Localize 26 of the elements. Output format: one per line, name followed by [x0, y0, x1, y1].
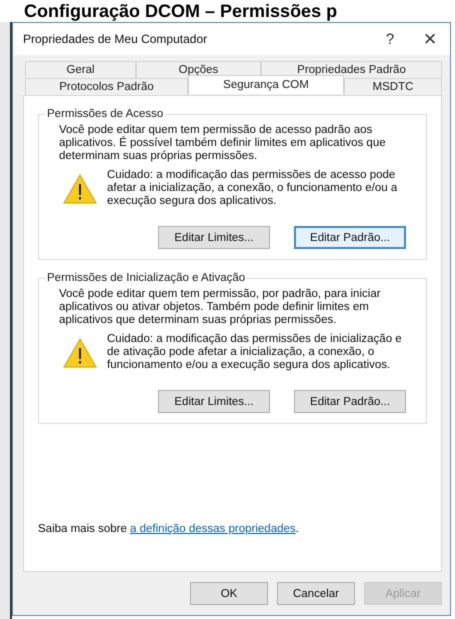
tab[interactable]: Opções [136, 61, 261, 78]
tab[interactable]: Segurança COM [188, 75, 344, 94]
group-title: Permissões de Acesso [46, 108, 164, 120]
description-text: Você pode editar quem tem permissão, por padrão, para iniciar aplicativos ou ativar objetos. Também pode definir limites em aplicativos que determinam suas próprias permissões. [59, 288, 382, 327]
warning-icon [63, 174, 97, 204]
edit-button[interactable]: Editar Padrão... [294, 226, 406, 249]
tab[interactable]: Propriedades Padrão [261, 61, 442, 78]
edit-button[interactable]: Editar Padrão... [294, 390, 406, 413]
window-title: Propriedades de Meu Computador [23, 32, 208, 46]
description-text: Você pode editar quem tem permissão de acesso padrão aos aplicativos. É possível também definir limites em aplicativos que determinam suas próprias permissões. [59, 124, 387, 163]
warning-text: Cuidado: a modificação das permissões de inicialização e de ativação pode afetar a inicialização, a conexão, o funcionamento e/ou a execução segura dos aplicativos. [107, 333, 403, 372]
edit-button[interactable]: Editar Limites... [158, 226, 270, 249]
tab[interactable]: MSDTC [344, 78, 442, 95]
edit-button[interactable]: Editar Limites... [158, 390, 270, 413]
dialog-button[interactable]: OK [190, 582, 268, 605]
warning-text: Cuidado: a modificação das permissões de acesso pode afetar a inicialização, a conexão, o funcionamento e/ou a execução segura dos aplicativos. [107, 169, 398, 208]
tab[interactable]: Protocolos Padrão [25, 78, 188, 95]
group-title: Permissões de Inicialização e Ativação [46, 272, 246, 284]
help-button[interactable]: ? [370, 24, 410, 54]
tab[interactable]: Geral [25, 61, 136, 78]
page-heading: Configuração DCOM – Permissões p [23, 0, 338, 22]
warning-icon [63, 338, 97, 368]
help-text: Saiba mais sobre a definição dessas propriedades. [38, 523, 300, 535]
dialog-button[interactable]: Cancelar [277, 582, 355, 605]
help-link[interactable]: a definição dessas propriedades [130, 523, 296, 535]
close-button[interactable]: × [410, 24, 450, 54]
